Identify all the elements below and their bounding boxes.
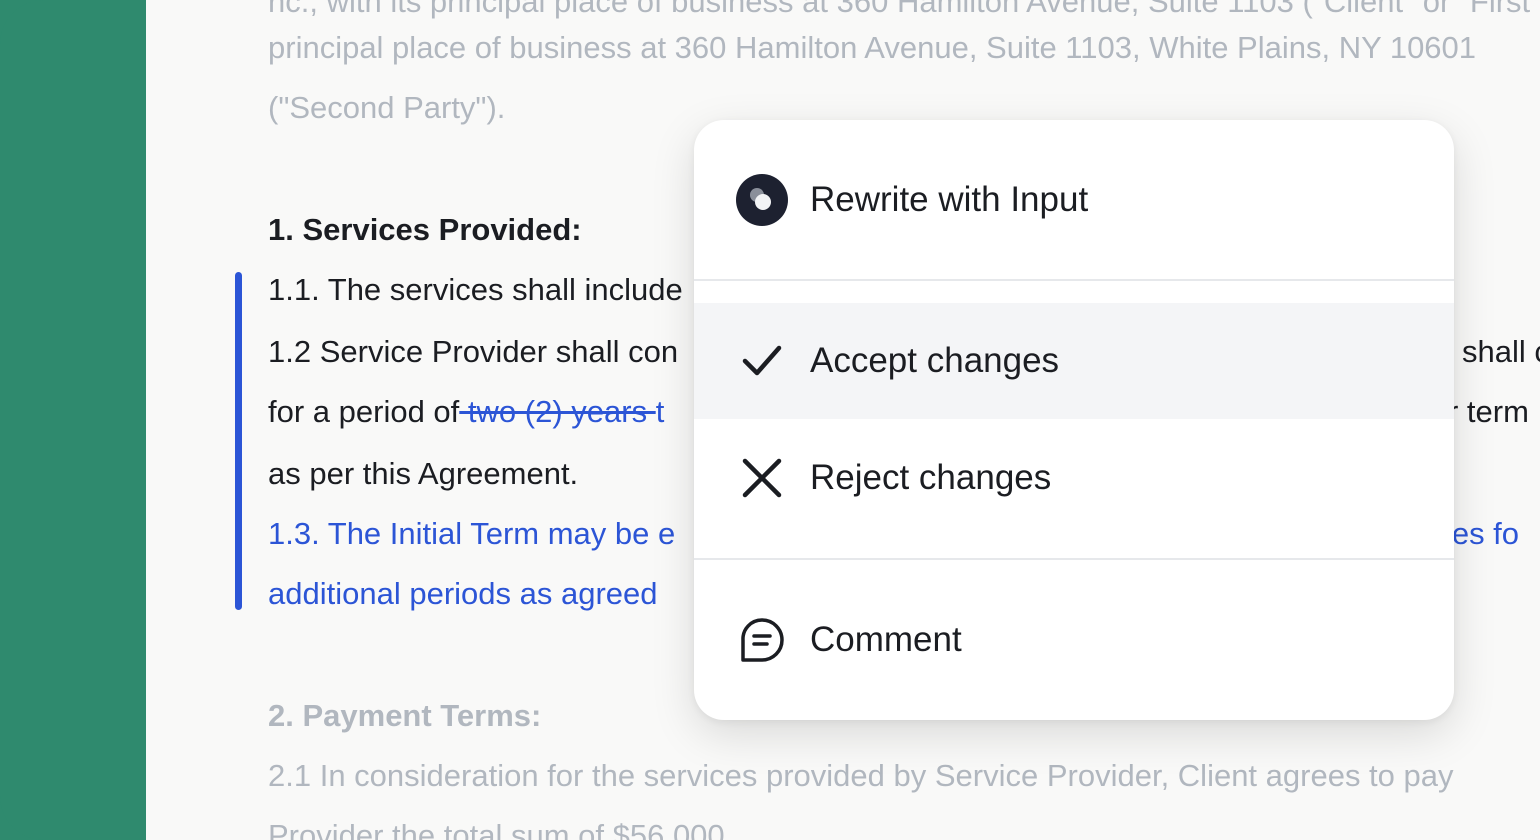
clause-period-end: r term	[1448, 394, 1529, 429]
clause-period-tail: as per this Agreement.	[268, 456, 579, 491]
clause-2-1-line2: Provider the total sum of $56,000.	[268, 818, 734, 840]
clause-1-2-end: shall c	[1462, 334, 1540, 369]
period-prefix: for a period of	[268, 394, 460, 429]
context-menu: Rewrite with Input Accept changes Reject…	[694, 120, 1454, 720]
tracked-change-bar[interactable]	[235, 272, 242, 610]
menu-label-comment: Comment	[810, 620, 962, 659]
clause-1-3-line2[interactable]: additional periods as agreed	[268, 574, 658, 614]
section-heading-payment: 2. Payment Terms:	[268, 698, 542, 733]
clause-1-1: 1.1. The services shall include	[268, 272, 683, 307]
clause-1-2: 1.2 Service Provider shall con	[268, 332, 678, 372]
menu-label-accept: Accept changes	[810, 341, 1060, 380]
doc-line-top: nc., with its principal place of busines…	[268, 0, 1540, 19]
menu-item-reject-changes[interactable]: Reject changes	[694, 420, 1454, 536]
section-heading-services: 1. Services Provided:	[268, 212, 582, 247]
clause-1-3[interactable]: 1.3. The Initial Term may be e	[268, 514, 675, 554]
app-frame: nc., with its principal place of busines…	[0, 0, 1540, 840]
clause-period: for a period of two (2) years t	[268, 392, 664, 432]
menu-label-rewrite: Rewrite with Input	[810, 180, 1089, 219]
comment-icon	[734, 612, 790, 668]
check-icon	[734, 333, 790, 389]
doc-line-address: principal place of business at 360 Hamil…	[268, 30, 1477, 65]
inserted-text[interactable]: t	[656, 394, 665, 429]
menu-label-reject: Reject changes	[810, 458, 1052, 497]
deleted-text[interactable]: two (2) years	[459, 394, 655, 429]
clause-1-2-text: 1.2 Service Provider shall con	[268, 334, 679, 369]
menu-item-rewrite-with-input[interactable]: Rewrite with Input	[694, 120, 1454, 280]
menu-item-accept-changes[interactable]: Accept changes	[694, 303, 1454, 419]
menu-divider	[694, 279, 1454, 281]
ai-orb-icon	[734, 172, 790, 228]
x-icon	[734, 450, 790, 506]
clause-2-1: 2.1 In consideration for the services pr…	[268, 758, 1454, 793]
doc-line-second-party: ("Second Party").	[268, 90, 506, 125]
menu-item-comment[interactable]: Comment	[694, 560, 1454, 720]
